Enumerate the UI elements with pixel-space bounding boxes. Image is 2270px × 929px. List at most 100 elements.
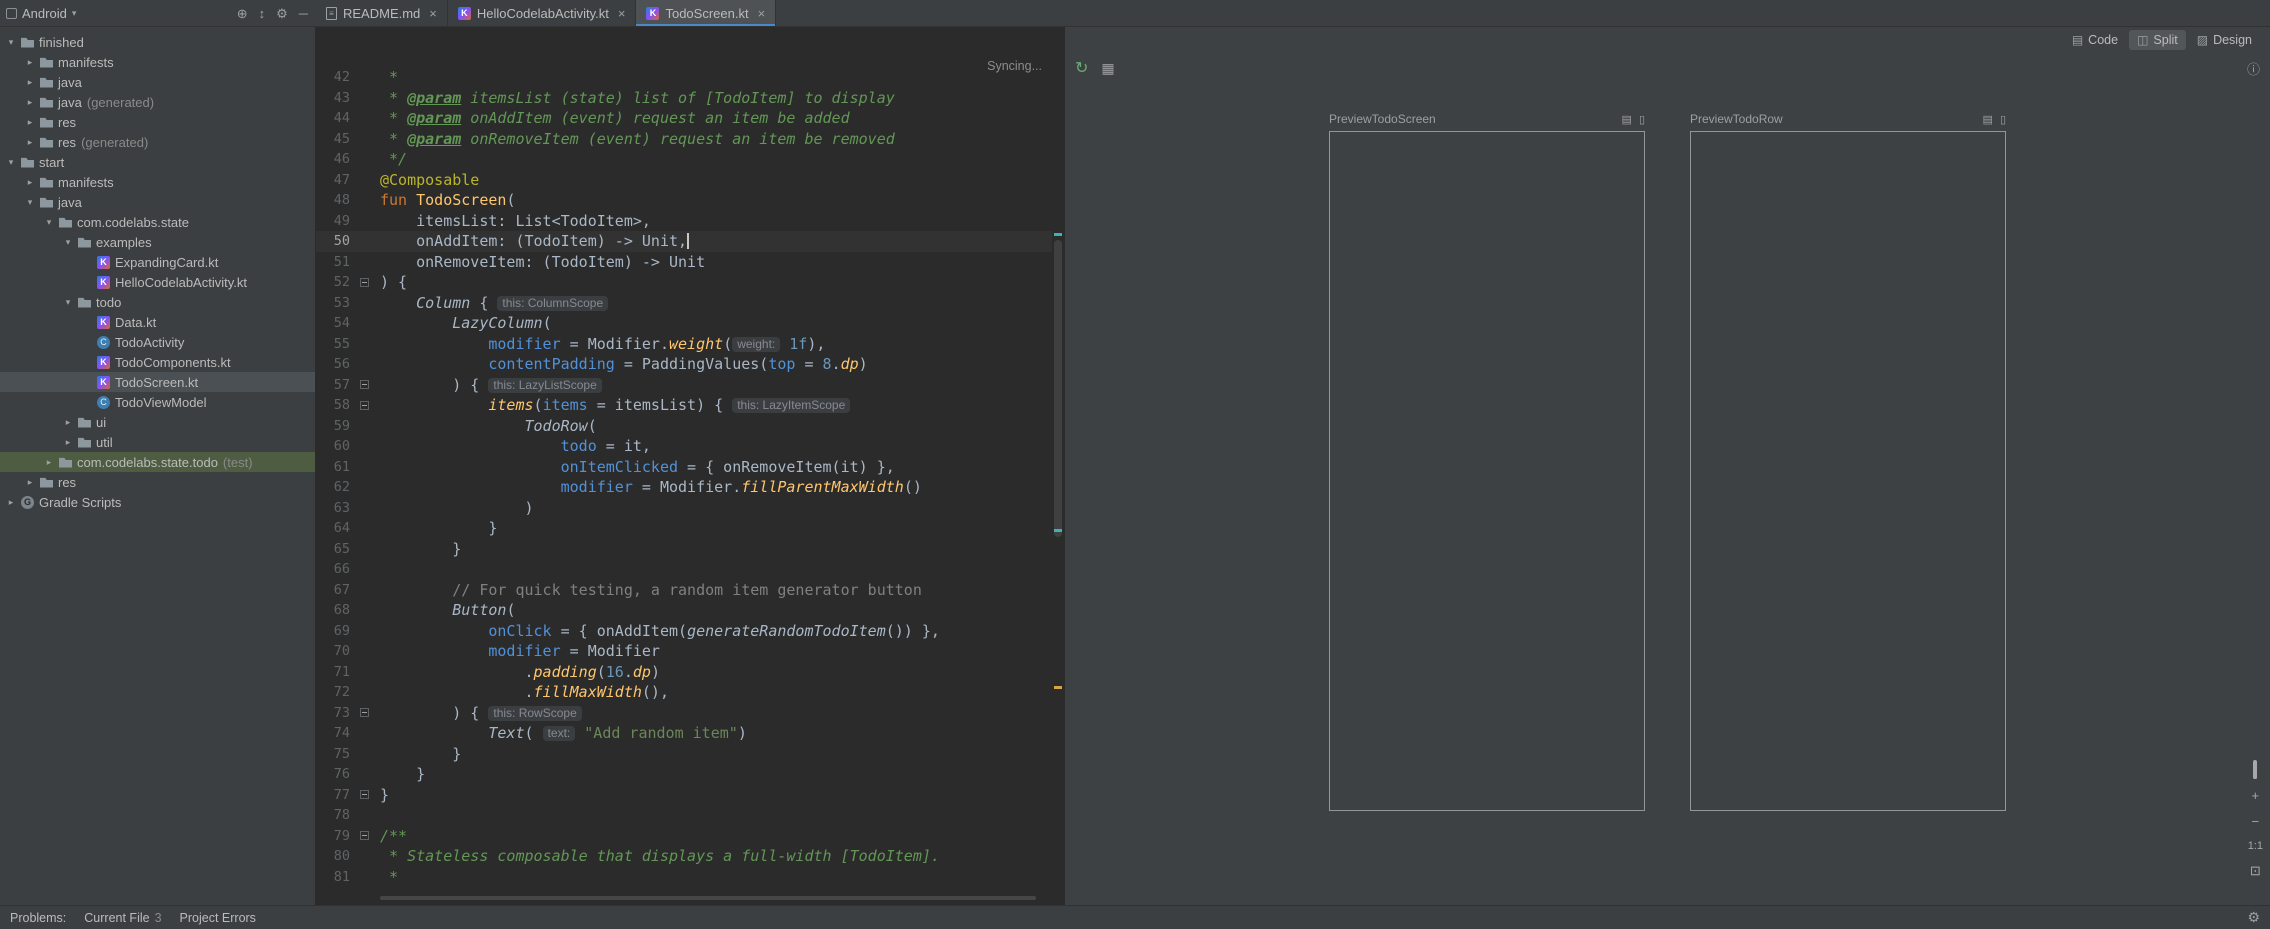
tree-item-util[interactable]: ▸util (0, 432, 315, 452)
close-tab-icon[interactable]: × (758, 6, 766, 21)
line-number[interactable]: 62 (316, 477, 354, 498)
line-number[interactable]: 61 (316, 457, 354, 478)
line-number[interactable]: 55 (316, 334, 354, 355)
tree-item-expandingcard-kt[interactable]: KExpandingCard.kt (0, 252, 315, 272)
fold-marker-icon[interactable] (360, 831, 369, 840)
tree-item-com-codelabs-state-todo-test[interactable]: ▸com.codelabs.state.todo (test) (0, 452, 315, 472)
close-tab-icon[interactable]: × (429, 6, 437, 21)
code-line-48[interactable]: 48fun TodoScreen( (316, 190, 1052, 211)
line-number[interactable]: 52 (316, 272, 354, 293)
pan-icon[interactable] (2253, 762, 2257, 777)
code-line-70[interactable]: 70 modifier = Modifier (316, 641, 1052, 662)
code-line-81[interactable]: 81 * (316, 867, 1052, 888)
line-number[interactable]: 73 (316, 703, 354, 724)
code-line-79[interactable]: 79/** (316, 826, 1052, 847)
tree-item-com-codelabs-state[interactable]: ▾com.codelabs.state (0, 212, 315, 232)
statusbar-tab-current-file[interactable]: Current File3 (84, 911, 161, 925)
statusbar-tab-project-errors[interactable]: Project Errors (180, 911, 256, 925)
line-number[interactable]: 67 (316, 580, 354, 601)
code-line-62[interactable]: 62 modifier = Modifier.fillParentMaxWidt… (316, 477, 1052, 498)
line-number[interactable]: 58 (316, 395, 354, 416)
line-number[interactable]: 78 (316, 805, 354, 826)
line-number[interactable]: 68 (316, 600, 354, 621)
code-line-54[interactable]: 54 LazyColumn( (316, 313, 1052, 334)
fold-marker-icon[interactable] (360, 380, 369, 389)
line-number[interactable]: 56 (316, 354, 354, 375)
mode-button-code[interactable]: ▤Code (2064, 30, 2126, 50)
code-line-49[interactable]: 49 itemsList: List<TodoItem>, (316, 211, 1052, 232)
line-number[interactable]: 71 (316, 662, 354, 683)
mode-button-split[interactable]: ◫Split (2129, 30, 2186, 50)
code-line-67[interactable]: 67 // For quick testing, a random item g… (316, 580, 1052, 601)
editor-tab-readme-md[interactable]: ≡README.md× (316, 0, 448, 26)
line-number[interactable]: 69 (316, 621, 354, 642)
line-number[interactable]: 66 (316, 559, 354, 580)
editor-horizontal-scrollbar[interactable] (380, 896, 1036, 900)
code-line-58[interactable]: 58 items(items = itemsList) { this: Lazy… (316, 395, 1052, 416)
line-number[interactable]: 59 (316, 416, 354, 437)
chevron-collapsed-icon[interactable]: ▸ (25, 77, 35, 88)
code-line-78[interactable]: 78 (316, 805, 1052, 826)
tree-item-manifests[interactable]: ▸manifests (0, 172, 315, 192)
code-line-43[interactable]: 43 * @param itemsList (state) list of [T… (316, 88, 1052, 109)
scrollbar-thumb[interactable] (1054, 240, 1062, 537)
line-number[interactable]: 45 (316, 129, 354, 150)
line-number[interactable]: 65 (316, 539, 354, 560)
zoom-out-icon[interactable]: − (2252, 814, 2260, 829)
preview-render-area[interactable] (1690, 131, 2006, 811)
fold-marker-icon[interactable] (360, 401, 369, 410)
code-line-63[interactable]: 63 ) (316, 498, 1052, 519)
chevron-expanded-icon[interactable]: ▾ (6, 157, 16, 168)
line-number[interactable]: 57 (316, 375, 354, 396)
chevron-collapsed-icon[interactable]: ▸ (6, 497, 16, 508)
line-number[interactable]: 75 (316, 744, 354, 765)
tree-item-start[interactable]: ▾start (0, 152, 315, 172)
tree-item-gradle-scripts[interactable]: ▸GGradle Scripts (0, 492, 315, 512)
code-line-57[interactable]: 57 ) { this: LazyListScope (316, 375, 1052, 396)
line-number[interactable]: 60 (316, 436, 354, 457)
tree-item-res[interactable]: ▸res (0, 112, 315, 132)
code-line-47[interactable]: 47@Composable (316, 170, 1052, 191)
chevron-collapsed-icon[interactable]: ▸ (63, 417, 73, 428)
code-line-69[interactable]: 69 onClick = { onAddItem(generateRandomT… (316, 621, 1052, 642)
zoom-to-fit-icon[interactable]: ⊡ (2250, 863, 2261, 879)
tree-item-java[interactable]: ▾java (0, 192, 315, 212)
editor-vertical-scrollbar[interactable] (1052, 27, 1064, 905)
line-number[interactable]: 44 (316, 108, 354, 129)
line-number[interactable]: 48 (316, 190, 354, 211)
info-stripe-mark[interactable] (1054, 529, 1062, 532)
line-number[interactable]: 80 (316, 846, 354, 867)
line-number[interactable]: 43 (316, 88, 354, 109)
tree-item-res[interactable]: ▸res (0, 472, 315, 492)
line-number[interactable]: 79 (316, 826, 354, 847)
code-line-46[interactable]: 46 */ (316, 149, 1052, 170)
emulator-preview-icon[interactable]: ▤ (1622, 113, 1632, 126)
tree-item-todoactivity[interactable]: CTodoActivity (0, 332, 315, 352)
fold-marker-icon[interactable] (360, 708, 369, 717)
expand-collapse-icon[interactable]: ↕ (259, 7, 266, 20)
line-number[interactable]: 76 (316, 764, 354, 785)
tree-item-todoscreen-kt[interactable]: KTodoScreen.kt (0, 372, 315, 392)
line-number[interactable]: 81 (316, 867, 354, 888)
line-number[interactable]: 49 (316, 211, 354, 232)
line-number[interactable]: 77 (316, 785, 354, 806)
preview-render-area[interactable] (1329, 131, 1645, 811)
tree-item-todoviewmodel[interactable]: CTodoViewModel (0, 392, 315, 412)
line-number[interactable]: 47 (316, 170, 354, 191)
line-number[interactable]: 46 (316, 149, 354, 170)
chevron-collapsed-icon[interactable]: ▸ (44, 457, 54, 468)
line-number[interactable]: 63 (316, 498, 354, 519)
chevron-collapsed-icon[interactable]: ▸ (25, 117, 35, 128)
chevron-collapsed-icon[interactable]: ▸ (25, 97, 35, 108)
code-line-76[interactable]: 76 } (316, 764, 1052, 785)
chevron-collapsed-icon[interactable]: ▸ (25, 477, 35, 488)
tree-item-finished[interactable]: ▾finished (0, 32, 315, 52)
chevron-collapsed-icon[interactable]: ▸ (25, 177, 35, 188)
mode-button-design[interactable]: ▨Design (2189, 30, 2260, 50)
tree-item-res-generated[interactable]: ▸res (generated) (0, 132, 315, 152)
code-line-77[interactable]: 77} (316, 785, 1052, 806)
line-number[interactable]: 53 (316, 293, 354, 314)
chevron-collapsed-icon[interactable]: ▸ (25, 137, 35, 148)
code-line-51[interactable]: 51 onRemoveItem: (TodoItem) -> Unit (316, 252, 1052, 273)
zoom-actual-size-icon[interactable]: 1:1 (2248, 840, 2263, 852)
